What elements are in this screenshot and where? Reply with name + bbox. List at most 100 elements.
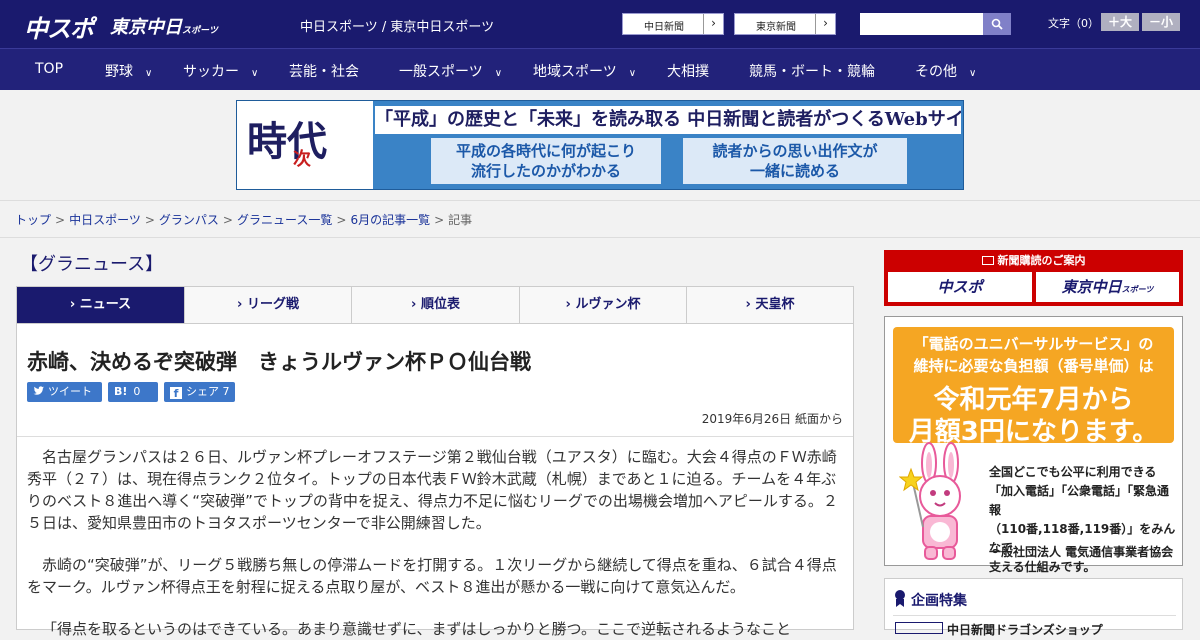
search-button[interactable]	[983, 13, 1011, 35]
ad-body-line: 「加入電話」「公衆電話」「緊急通報	[989, 484, 1170, 517]
chevron-down-icon: ∨	[494, 68, 503, 79]
tokyo-shimbun-link[interactable]: 東京新聞 ›	[734, 13, 836, 35]
subscribe-tokyo-small: スポーツ	[1121, 285, 1154, 294]
nav-item-label: TOP	[35, 61, 64, 77]
banner-box-line: 平成の各時代に何が起こり	[455, 142, 636, 160]
universal-service-ad[interactable]: 「電話のユニバーサルサービス」の 維持に必要な負担額（番号単価）は 令和元年7月…	[884, 316, 1183, 574]
breadcrumb-chunichi-sports[interactable]: 中日スポーツ	[69, 213, 141, 227]
font-smaller-button[interactable]: －小	[1142, 13, 1180, 31]
tweet-button[interactable]: ツイート	[27, 382, 102, 402]
article-headline: 赤崎、決めるぞ突破弾 きょうルヴァン杯ＰＯ仙台戦	[27, 350, 531, 374]
nav-item-label: 芸能・社会	[289, 64, 359, 80]
chevron-right-icon: ›	[745, 297, 756, 312]
article-paragraph: 名古屋グランパスは２６日、ルヴァン杯プレーオフステージ第２戦仙台戦（ユアスタ）に…	[27, 448, 838, 532]
ext-link-label: 東京新聞	[756, 22, 796, 33]
hatena-bookmark-icon: B!	[114, 385, 128, 398]
nav-item-top[interactable]: TOP	[35, 61, 63, 77]
nav-item-local-sports[interactable]: 地域スポーツ ∨	[533, 61, 636, 81]
tab-league[interactable]: › リーグ戦	[185, 287, 352, 323]
facebook-icon: f	[170, 387, 182, 400]
hatena-bookmark-button[interactable]: B! 0	[108, 382, 158, 402]
nav-item-label: その他	[915, 64, 957, 80]
newspaper-icon	[981, 256, 994, 265]
breadcrumb-top[interactable]: トップ	[15, 213, 51, 227]
breadcrumb-separator: >	[144, 213, 155, 227]
nav-item-soccer[interactable]: サッカー ∨	[183, 61, 258, 81]
tokyo-chunichi-logo[interactable]: 東京中日スポーツ	[110, 13, 218, 39]
ribbon-icon	[895, 590, 905, 607]
chunichi-shimbun-link[interactable]: 中日新聞 ›	[622, 13, 724, 35]
subscription-heading-text: 新聞購読のご案内	[997, 254, 1086, 267]
subscription-box: 新聞購読のご案内 中スポ 東京中日スポーツ	[884, 250, 1183, 306]
divider	[893, 615, 1176, 616]
ad-line: 維持に必要な負担額（番号単価）は	[913, 357, 1154, 375]
article: 赤崎、決めるぞ突破弾 きょうルヴァン杯ＰＯ仙台戦 ツイート B! 0 f シェア 7…	[16, 324, 854, 638]
banner-box-readers: 読者からの思い出作文が 一緒に読める	[683, 138, 907, 184]
tweet-label: ツイート	[48, 385, 92, 398]
nav-item-baseball[interactable]: 野球 ∨	[105, 61, 152, 81]
tab-levain-cup[interactable]: › ルヴァン杯	[520, 287, 687, 323]
font-size-label: 文字（0）	[1048, 17, 1099, 30]
search-icon	[991, 18, 1003, 30]
ad-line: 「電話のユニバーサルサービス」の	[913, 335, 1154, 353]
subscribe-chuspo-button[interactable]: 中スポ	[888, 272, 1032, 302]
banner-logo-sub: 次	[293, 149, 311, 170]
rabbit-mascot-icon	[899, 442, 961, 560]
subscription-heading: 新聞購読のご案内	[884, 252, 1183, 268]
tab-label: ルヴァン杯	[575, 297, 641, 312]
breadcrumb-separator: >	[222, 213, 233, 227]
facebook-share-label: シェア	[186, 385, 219, 398]
article-paragraph: 赤崎の“突破弾”が、リーグ５戦勝ち無しの停滞ムードを打開する。１次リーグから継続…	[27, 556, 837, 596]
subscribe-tokyo-text: 東京中日	[1061, 278, 1122, 296]
site-title[interactable]: 中日スポーツ / 東京中日スポーツ	[300, 16, 494, 35]
nav-item-others[interactable]: その他 ∨	[915, 61, 976, 81]
section-title: 【グラニュース】	[20, 254, 164, 275]
ad-body-line: 支える仕組みです。	[989, 560, 1096, 574]
breadcrumb: トップ > 中日スポーツ > グランパス > グラニュース一覧 >6月の記事一覧 > 記事	[0, 200, 1200, 238]
hatena-count: 0	[133, 385, 141, 398]
chevron-down-icon: ∨	[251, 68, 259, 79]
breadcrumb-separator: >	[336, 213, 347, 227]
ext-link-label: 中日新聞	[644, 22, 684, 33]
tab-standings[interactable]: › 順位表	[352, 287, 520, 323]
ad-sponsor: 一般社団法人 電気通信事業者協会	[989, 545, 1174, 559]
nav-item-general-sports[interactable]: 一般スポーツ ∨	[399, 61, 502, 81]
facebook-count: 7	[222, 385, 230, 398]
tab-news[interactable]: › ニュース	[17, 287, 185, 323]
main-nav: TOP 野球 ∨ サッカー ∨ 芸能・社会 一般スポーツ ∨ 地域スポーツ ∨ 大相撲 …	[0, 48, 1200, 90]
top-header: 中スポ 東京中日スポーツ 中日スポーツ / 東京中日スポーツ 中日新聞 › 東京…	[0, 0, 1200, 48]
ad-headline-box: 「電話のユニバーサルサービス」の 維持に必要な負担額（番号単価）は 令和元年7月…	[893, 327, 1174, 447]
nav-item-label: 地域スポーツ	[533, 64, 617, 80]
nav-item-label: 野球	[105, 64, 133, 80]
breadcrumb-june-list[interactable]: 6月の記事一覧	[350, 213, 430, 227]
chevron-right-icon: ›	[237, 297, 247, 312]
breadcrumb-grampus[interactable]: グランパス	[159, 213, 219, 227]
banner-box-history: 平成の各時代に何が起こり 流行したのかがわかる	[431, 138, 661, 184]
banner-headline: 「平成」の歴史と「未来」を読み取る 中日新聞と読者がつくるWebサイト	[375, 106, 961, 134]
tab-emperors-cup[interactable]: › 天皇杯	[687, 287, 853, 323]
chuspo-logo[interactable]: 中スポ	[24, 9, 94, 44]
feature-box: 企画特集 中日新聞ドラゴンズショップ	[884, 578, 1183, 637]
banner-box-line: 一緒に読める	[749, 162, 840, 180]
tab-label: ニュース	[79, 297, 132, 312]
search-input[interactable]	[860, 13, 984, 35]
divider	[17, 436, 853, 437]
subscribe-tokyo-chunichi-button[interactable]: 東京中日スポーツ	[1036, 272, 1179, 302]
jidai-banner[interactable]: 時代 次 「平成」の歴史と「未来」を読み取る 中日新聞と読者がつくるWebサイト…	[236, 100, 964, 190]
dragons-shop-thumbnail[interactable]	[895, 622, 943, 634]
nav-item-racing[interactable]: 競馬・ボート・競輪	[749, 61, 875, 81]
tab-label: リーグ戦	[246, 297, 299, 312]
banner-logo-area: 時代 次	[237, 101, 373, 189]
banner-box-line: 流行したのかがわかる	[470, 162, 621, 180]
nav-item-label: 大相撲	[667, 64, 709, 80]
tab-label: 天皇杯	[755, 297, 795, 312]
nav-item-label: 一般スポーツ	[399, 64, 483, 80]
breadcrumb-separator: >	[434, 213, 445, 227]
nav-item-entertainment[interactable]: 芸能・社会	[289, 61, 359, 81]
nav-item-sumo[interactable]: 大相撲	[667, 61, 709, 81]
font-larger-button[interactable]: ＋大	[1101, 13, 1139, 31]
section-tabs: › ニュース › リーグ戦 › 順位表 › ルヴァン杯 › 天皇杯	[16, 286, 854, 324]
breadcrumb-news-list[interactable]: グラニュース一覧	[237, 213, 332, 227]
chevron-right-icon: ›	[815, 14, 835, 34]
facebook-share-button[interactable]: f シェア 7	[164, 382, 235, 402]
